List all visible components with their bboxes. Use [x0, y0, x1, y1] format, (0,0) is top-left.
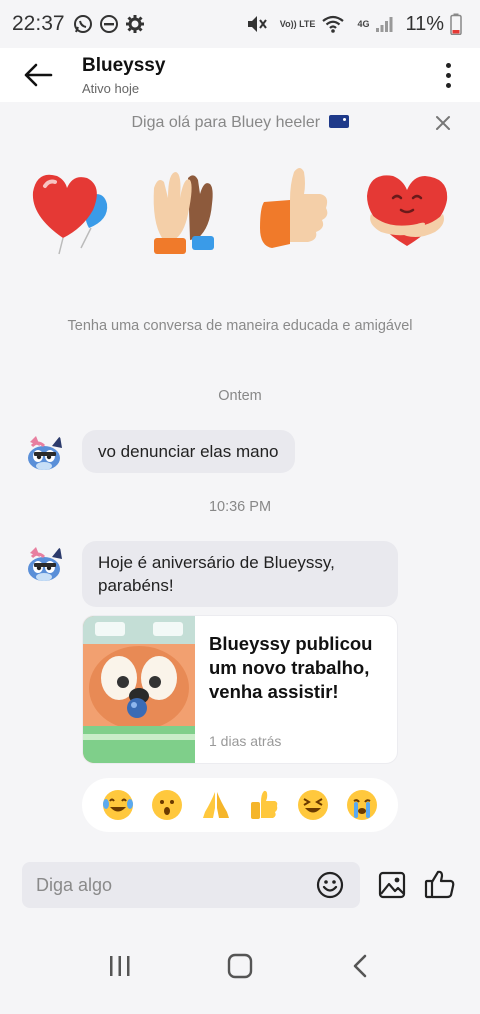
status-time: 22:37: [12, 12, 65, 35]
status-bar: 22:37 Vo)) LTE 4G 11%: [0, 0, 480, 48]
nav-back-button[interactable]: [340, 946, 380, 986]
birthday-message-text: Hoje é aniversário de Blueyssy, parabéns…: [98, 553, 335, 595]
settings-icon: [125, 14, 145, 34]
card-thumbnail: [83, 616, 195, 763]
like-icon: [424, 870, 455, 899]
hug-heart-sticker[interactable]: [355, 155, 460, 260]
message-bubble[interactable]: vo denunciar elas mano: [82, 430, 295, 473]
time-separator: 10:36 PM: [208, 499, 272, 515]
chat-header: Blueyssy Ativo hoje: [0, 48, 480, 102]
close-icon: [436, 116, 450, 130]
back-button[interactable]: [18, 55, 58, 95]
high-five-sticker[interactable]: [132, 155, 237, 260]
recents-button[interactable]: [100, 946, 140, 986]
more-options-button[interactable]: [438, 55, 458, 95]
thumbs-up-sticker[interactable]: [243, 155, 348, 260]
signal-icon: [375, 15, 393, 33]
australia-flag-icon: [328, 115, 349, 128]
network-label: 4G: [357, 18, 370, 29]
message-text: vo denunciar elas mano: [98, 442, 279, 461]
new-work-card[interactable]: Blueyssy publicou um novo trabalho, venh…: [82, 615, 398, 764]
contact-status: Ativo hoje: [82, 80, 140, 96]
heart-balloon-sticker[interactable]: [20, 155, 125, 260]
greeting-stickers: [20, 155, 460, 260]
emoji-button[interactable]: [316, 871, 344, 899]
laugh-cry-emoji[interactable]: [101, 788, 135, 822]
do-not-disturb-icon: [99, 14, 119, 34]
wifi-icon: [321, 14, 345, 34]
whatsapp-icon: [73, 14, 93, 34]
contact-info[interactable]: Blueyssy Ativo hoje: [82, 55, 165, 96]
like-button[interactable]: [424, 869, 456, 899]
squint-laugh-emoji[interactable]: [296, 788, 330, 822]
reaction-bar: [82, 778, 398, 832]
smiley-icon: [316, 871, 344, 899]
conversation-hint: Tenha uma conversa de maneira educada e …: [67, 318, 413, 334]
loud-cry-emoji[interactable]: [345, 788, 379, 822]
card-title: Blueyssy publicou um novo trabalho, venh…: [209, 633, 373, 702]
back-arrow-icon: [24, 63, 53, 87]
more-vertical-icon: [445, 62, 451, 68]
pray-emoji[interactable]: [199, 788, 233, 822]
send-image-button[interactable]: [378, 871, 406, 899]
date-separator: Ontem: [218, 388, 262, 404]
greet-banner: Diga olá para Bluey heeler: [0, 108, 480, 138]
thumbs-up-emoji[interactable]: [247, 788, 281, 822]
battery-percent: 11%: [405, 12, 444, 35]
recents-icon: [110, 956, 130, 976]
contact-avatar[interactable]: [22, 432, 68, 478]
message-input-bar: [22, 862, 360, 908]
contact-name: Blueyssy: [82, 54, 166, 76]
greet-text: Diga olá para Bluey heeler: [131, 114, 321, 131]
image-icon: [378, 871, 406, 899]
volte-label: Vo)) LTE: [279, 18, 316, 29]
home-icon: [227, 953, 253, 979]
back-icon: [353, 954, 367, 978]
home-button[interactable]: [220, 946, 260, 986]
system-nav-bar: [0, 940, 480, 992]
card-time: 1 dias atrás: [209, 733, 282, 749]
birthday-message-bubble[interactable]: Hoje é aniversário de Blueyssy, parabéns…: [82, 541, 398, 607]
battery-icon: [450, 13, 462, 35]
surprised-emoji[interactable]: [150, 788, 184, 822]
message-input[interactable]: [22, 874, 302, 896]
contact-avatar[interactable]: [22, 543, 68, 589]
greet-close-button[interactable]: [432, 112, 454, 134]
mute-icon: [246, 14, 268, 34]
